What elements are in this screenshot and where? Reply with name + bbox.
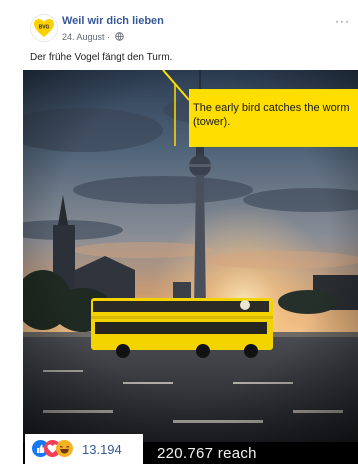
reactions-summary[interactable]: 13.194 — [25, 434, 143, 464]
post-timestamp[interactable]: 24. August · — [62, 32, 124, 43]
annotation-line-2: (tower). — [193, 116, 231, 128]
post-header: BVG Weil wir dich lieben 24. August · ··… — [0, 0, 358, 48]
svg-text:BVG: BVG — [39, 25, 50, 31]
reaction-count: 13.194 — [82, 442, 122, 457]
page-avatar[interactable]: BVG — [30, 14, 58, 42]
more-options-button[interactable]: ··· — [335, 14, 350, 28]
post-caption: Der frühe Vogel fängt den Turm. — [30, 52, 173, 63]
annotation-line-1: The early bird catches the worm — [193, 102, 350, 114]
page-name-link[interactable]: Weil wir dich lieben — [62, 15, 164, 27]
haha-icon — [56, 440, 73, 457]
bvg-heart-logo-icon: BVG — [31, 15, 57, 41]
post-date: 24. August · — [62, 32, 113, 42]
reach-count: 220.767 reach — [157, 445, 257, 462]
globe-icon — [114, 32, 124, 43]
translation-annotation: The early bird catches the worm (tower). — [189, 89, 358, 147]
